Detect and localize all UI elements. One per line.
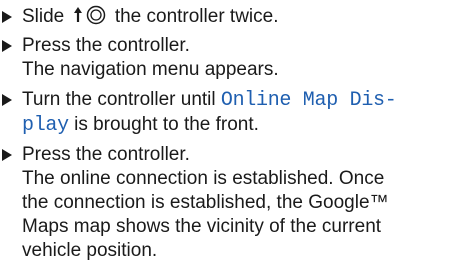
step-result: The online connection is established. On… (22, 168, 385, 189)
step-bullet-arrow-icon (2, 40, 12, 52)
step-line: play is brought to the front. (22, 113, 446, 138)
step-result: vehicle position. (22, 240, 158, 261)
menu-item-highlight: play (22, 114, 69, 137)
step-result: the connection is established, the Googl… (22, 192, 389, 213)
step-text: Slide (22, 6, 65, 27)
menu-item-highlight: Online Map Dis- (220, 89, 397, 112)
step-line: Turn the controller until Online Map Dis… (22, 88, 446, 113)
step-turn-controller: Turn the controller until Online Map Dis… (0, 88, 446, 138)
step-bullet-arrow-icon (2, 11, 12, 23)
step-bullet-arrow-icon (2, 94, 12, 106)
slide-up-controller-icon (72, 5, 108, 25)
step-text: is brought to the front. (74, 114, 259, 135)
step-text: Turn the controller until (22, 89, 216, 110)
step-instruction: Press the controller. (22, 35, 190, 56)
step-instruction: Press the controller. (22, 144, 190, 165)
step-bullet-arrow-icon (2, 149, 12, 161)
instruction-page: Slide the controller twice. Press the co… (0, 0, 450, 276)
step-press-controller-connect: Press the controller. The online connect… (0, 143, 446, 263)
step-text: the controller twice. (114, 6, 279, 27)
step-result: The navigation menu appears. (22, 59, 279, 80)
step-slide-controller: Slide the controller twice. (0, 5, 446, 29)
step-line: Slide the controller twice. (22, 5, 446, 29)
step-press-controller-menu: Press the controller. The navigation men… (0, 34, 446, 82)
step-result: Maps map shows the vicinity of the curre… (22, 216, 382, 237)
